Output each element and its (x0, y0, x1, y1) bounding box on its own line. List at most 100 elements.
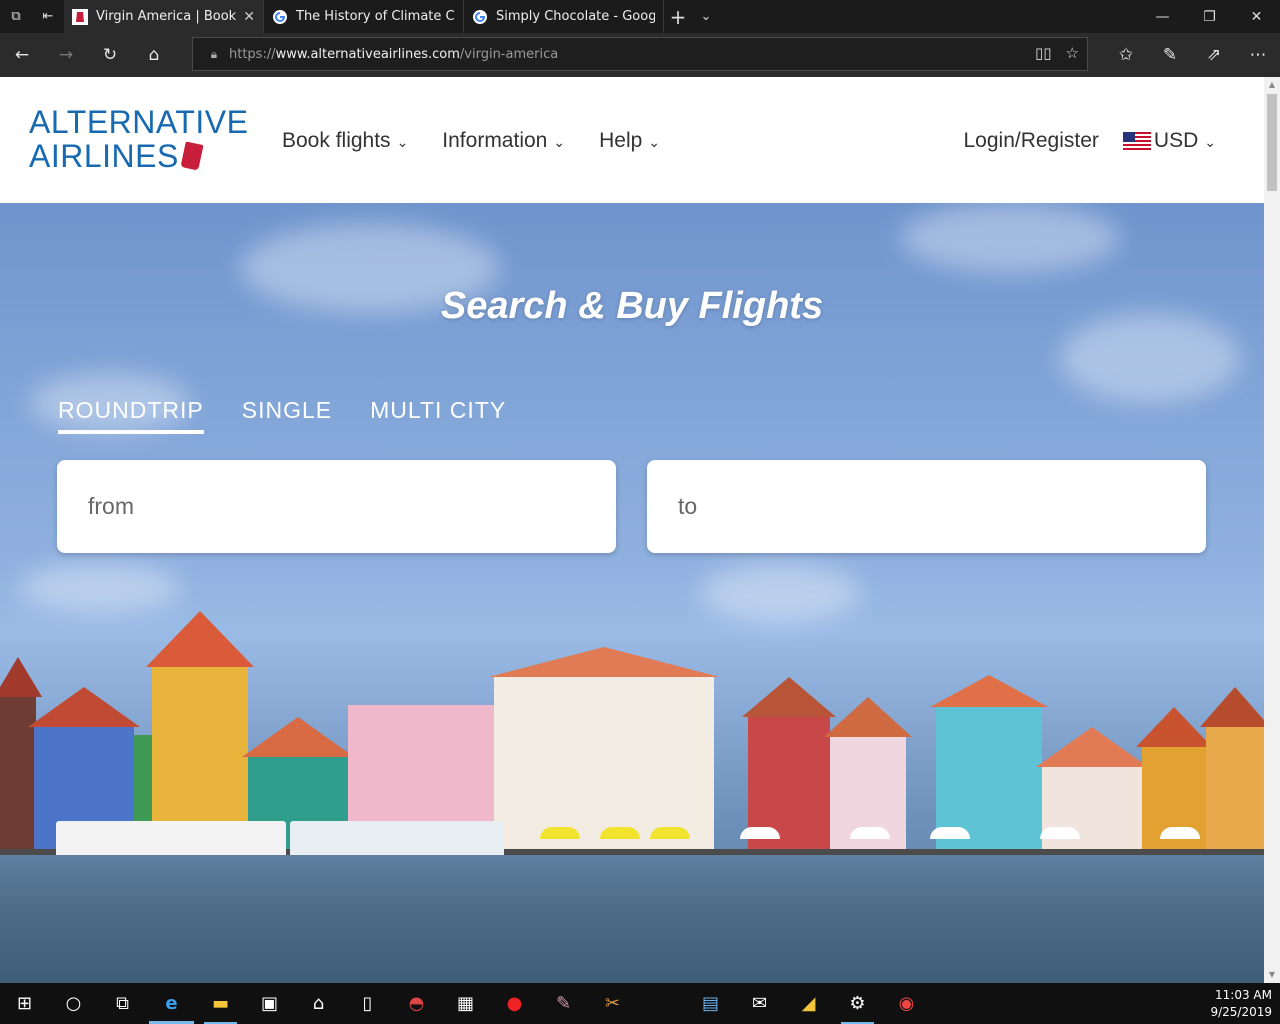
clock-date: 9/25/2019 (1210, 1005, 1272, 1019)
browser-tab-climate[interactable]: The History of Climate Char (264, 0, 464, 33)
calendar-icon[interactable]: ▦ (441, 983, 490, 1024)
browser-tab-virgin[interactable]: Virgin America | Book Fl ✕ (64, 0, 264, 33)
to-field[interactable]: to (647, 460, 1206, 553)
system-clock[interactable]: 11:03 AM 9/25/2019 (1210, 987, 1272, 1021)
more-icon[interactable]: ⋯ (1244, 41, 1272, 69)
tab-roundtrip[interactable]: ROUNDTRIP (58, 397, 204, 434)
scroll-down-icon[interactable]: ▼ (1264, 967, 1280, 983)
cloud (20, 563, 180, 613)
clock-time: 11:03 AM (1215, 988, 1272, 1002)
minimize-icon[interactable]: — (1139, 0, 1186, 33)
chevron-down-icon: ⌄ (553, 134, 566, 150)
refresh-icon[interactable]: ↻ (96, 41, 124, 69)
umbrella (1040, 827, 1080, 839)
umbrella (930, 827, 970, 839)
scroll-up-icon[interactable]: ▲ (1264, 77, 1280, 93)
tab-single[interactable]: SINGLE (242, 397, 332, 434)
window-controls: — ❐ ✕ (1139, 0, 1280, 33)
chevron-down-icon: ⌄ (1204, 134, 1216, 150)
reading-view-icon[interactable]: ▯▯ (1035, 44, 1052, 62)
address-bar[interactable]: 🔒︎ https://www.alternativeairlines.com/v… (192, 37, 1088, 71)
cortana-search-icon[interactable]: ○ (49, 983, 98, 1024)
cloud (900, 203, 1120, 273)
scroll-thumb[interactable] (1267, 94, 1277, 191)
building (0, 657, 42, 865)
building (930, 675, 1048, 865)
logo-line2: AIRLINES (29, 138, 179, 174)
notepad-icon[interactable]: ▯ (343, 983, 392, 1024)
favorites-hub-icon[interactable]: ✩ (1112, 41, 1140, 69)
paint3d-icon[interactable]: ✎ (539, 983, 588, 1024)
browser-tab-chocolate[interactable]: Simply Chocolate - Google (464, 0, 664, 33)
url-prefix: https:// (229, 46, 276, 62)
from-field[interactable]: from (57, 460, 616, 553)
onedrive-files-icon[interactable]: ◢ (784, 983, 833, 1024)
close-tab-icon[interactable]: ✕ (243, 9, 255, 25)
paint-icon[interactable]: ◓ (392, 983, 441, 1024)
login-register-link[interactable]: Login/Register (964, 129, 1099, 153)
record-icon[interactable]: ● (490, 983, 539, 1024)
umbrella (540, 827, 580, 839)
trip-type-tabs: ROUNDTRIP SINGLE MULTI CITY (58, 397, 506, 434)
url-path: /virgin-america (459, 46, 559, 62)
favorite-star-icon[interactable]: ☆ (1066, 44, 1079, 62)
main-menu: Book flights ⌄ Information ⌄ Help ⌄ (282, 129, 660, 153)
menu-help[interactable]: Help ⌄ (599, 129, 660, 153)
menu-label: Book flights (282, 129, 391, 152)
home-icon[interactable]: ⌂ (140, 41, 168, 69)
snip-tool-icon[interactable]: ✂ (588, 983, 637, 1024)
google-icon (473, 9, 487, 24)
tab-title: Simply Chocolate - Google (496, 9, 655, 24)
windows-taskbar: ⊞ ○ ⧉ e ▬ ▣ ⌂ ▯ ◓ ▦ ● ✎ ✂ ▤ ✉ ◢ ⚙ ◉ 11:0… (0, 983, 1280, 1024)
site-logo[interactable]: ALTERNATIVE AIRLINES (29, 105, 248, 173)
umbrella (850, 827, 890, 839)
set-aside-tabs-icon[interactable]: ⇤ (32, 0, 64, 33)
umbrella (740, 827, 780, 839)
back-icon[interactable]: ← (8, 41, 36, 69)
file-explorer-icon[interactable]: ▬ (196, 983, 245, 1024)
currency-label: USD (1153, 129, 1199, 152)
edge-browser-icon[interactable]: e (147, 983, 196, 1024)
menu-label: Information (442, 129, 548, 152)
virgin-logo-icon (72, 8, 88, 25)
tab-preview-icon[interactable]: ⧉ (0, 0, 32, 33)
hero-banner: Search & Buy Flights ROUNDTRIP SINGLE MU… (0, 203, 1264, 983)
close-window-icon[interactable]: ✕ (1233, 0, 1280, 33)
hero-title: Search & Buy Flights (440, 285, 824, 327)
us-flag-icon (1122, 132, 1151, 151)
google-icon (273, 9, 287, 24)
browser-nav-bar: ← → ↻ ⌂ 🔒︎ https://www.alternativeairlin… (0, 33, 1280, 77)
home-app-icon[interactable]: ⌂ (294, 983, 343, 1024)
menu-information[interactable]: Information ⌄ (442, 129, 565, 153)
building (1136, 707, 1212, 865)
cloud (700, 563, 860, 623)
settings-gear-icon[interactable]: ⚙ (833, 983, 882, 1024)
chrome-icon[interactable]: ◉ (882, 983, 931, 1024)
umbrella (1160, 827, 1200, 839)
logo-line1: ALTERNATIVE (29, 104, 249, 140)
tab-title: The History of Climate Char (296, 9, 455, 24)
url-domain: www.alternativeairlines.com (275, 46, 460, 62)
new-tab-icon[interactable]: + (664, 0, 692, 33)
tab-title: Virgin America | Book Fl (96, 9, 238, 24)
share-icon[interactable]: ⇗ (1200, 41, 1228, 69)
contacts-app-icon[interactable]: ▤ (686, 983, 735, 1024)
forward-icon[interactable]: → (52, 41, 80, 69)
windows-start-icon[interactable]: ⊞ (0, 983, 49, 1024)
site-header: ALTERNATIVE AIRLINES Book flights ⌄ Infor… (0, 77, 1264, 203)
store-icon[interactable]: ▣ (245, 983, 294, 1024)
pen-notes-icon[interactable]: ✎ (1156, 41, 1184, 69)
umbrella (600, 827, 640, 839)
mail-icon[interactable]: ✉ (735, 983, 784, 1024)
page-scrollbar[interactable]: ▲ ▼ (1264, 77, 1280, 983)
task-view-icon[interactable]: ⧉ (98, 983, 147, 1024)
building (742, 677, 836, 865)
restore-icon[interactable]: ❐ (1186, 0, 1233, 33)
tab-multi-city[interactable]: MULTI CITY (370, 397, 506, 434)
building (824, 697, 912, 865)
menu-book-flights[interactable]: Book flights ⌄ (282, 129, 408, 153)
lock-icon: 🔒︎ (210, 46, 218, 61)
currency-selector[interactable]: USD ⌄ (1122, 129, 1216, 153)
menu-label: Help (599, 129, 643, 152)
tab-list-chevron-icon[interactable]: ⌄ (692, 0, 720, 33)
